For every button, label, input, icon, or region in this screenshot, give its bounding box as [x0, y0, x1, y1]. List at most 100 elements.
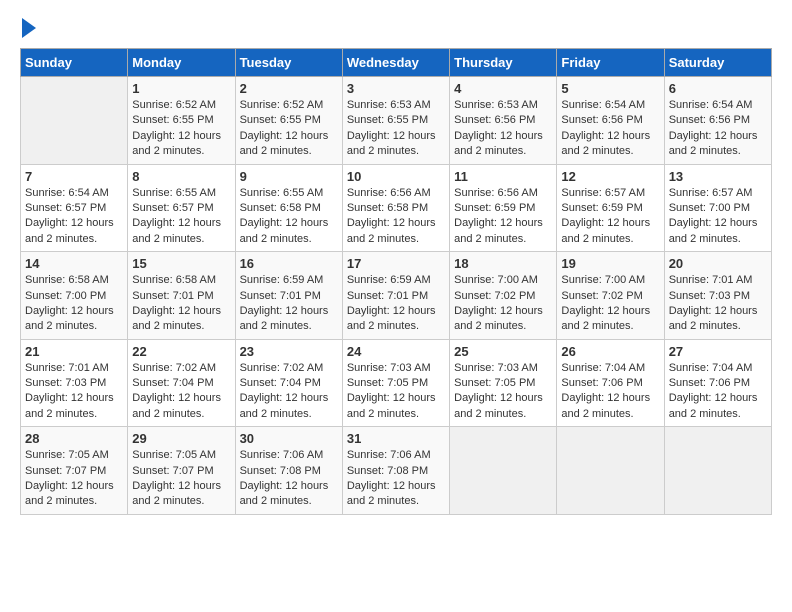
calendar-cell: [664, 427, 771, 515]
sunrise-text: Sunrise: 6:55 AM: [132, 187, 216, 199]
cell-content: Sunrise: 6:55 AMSunset: 6:57 PMDaylight:…: [132, 186, 230, 248]
calendar-cell: 6 Sunrise: 6:54 AMSunset: 6:56 PMDaylight…: [664, 77, 771, 165]
weekday-header-wednesday: Wednesday: [342, 49, 449, 77]
calendar-week-row: 1Sunrise: 6:52 AMSunset: 6:55 PMDaylight…: [21, 77, 772, 165]
sunrise-text: Sunrise: 7:06 AM: [347, 449, 431, 461]
calendar-cell: 25Sunrise: 7:03 AMSunset: 7:05 PMDayligh…: [450, 339, 557, 427]
daylight-text: Daylight: 12 hours and 2 minutes.: [240, 305, 329, 332]
sunrise-text: Sunrise: 6:54 AM: [561, 99, 645, 111]
sunrise-text: Sunrise: 7:02 AM: [240, 362, 324, 374]
day-number: 28: [25, 431, 123, 446]
day-number: 6: [669, 81, 767, 96]
daylight-text: Daylight: 12 hours and 2 minutes.: [454, 130, 543, 157]
sunrise-text: Sunrise: 6:52 AM: [240, 99, 324, 111]
day-number: 10: [347, 169, 445, 184]
weekday-header-monday: Monday: [128, 49, 235, 77]
sunrise-text: Sunrise: 6:56 AM: [347, 187, 431, 199]
daylight-text: Daylight: 12 hours and 2 minutes.: [669, 305, 758, 332]
calendar-cell: [450, 427, 557, 515]
sunset-text: Sunset: 7:07 PM: [25, 465, 106, 477]
sunrise-text: Sunrise: 6:59 AM: [347, 274, 431, 286]
cell-content: Sunrise: 6:54 AMSunset: 6:56 PMDaylight:…: [669, 98, 767, 160]
daylight-text: Daylight: 12 hours and 2 minutes.: [561, 305, 650, 332]
sunrise-text: Sunrise: 7:01 AM: [669, 274, 753, 286]
day-number: 12: [561, 169, 659, 184]
sunset-text: Sunset: 6:55 PM: [347, 114, 428, 126]
sunrise-text: Sunrise: 6:59 AM: [240, 274, 324, 286]
daylight-text: Daylight: 12 hours and 2 minutes.: [454, 217, 543, 244]
cell-content: Sunrise: 7:00 AMSunset: 7:02 PMDaylight:…: [561, 273, 659, 335]
calendar-cell: 3Sunrise: 6:53 AMSunset: 6:55 PMDaylight…: [342, 77, 449, 165]
sunrise-text: Sunrise: 7:04 AM: [561, 362, 645, 374]
calendar-cell: 24 Sunrise: 7:03 AMSunset: 7:05 PMDayligh…: [342, 339, 449, 427]
sunrise-text: Sunrise: 7:02 AM: [132, 362, 216, 374]
daylight-text: Daylight: 12 hours and 2 minutes.: [561, 217, 650, 244]
calendar-cell: 15Sunrise: 6:58 AMSunset: 7:01 PMDayligh…: [128, 252, 235, 340]
cell-content: Sunrise: 6:54 AMSunset: 6:56 PMDaylight:…: [561, 98, 659, 160]
weekday-header-row: SundayMondayTuesdayWednesdayThursdayFrid…: [21, 49, 772, 77]
sunrise-text: Sunrise: 7:06 AM: [240, 449, 324, 461]
cell-content: Sunrise: 6:59 AM Sunset: 7:01 PM Daylight:…: [240, 273, 338, 335]
cell-content: Sunrise: 7:04 AMSunset: 7:06 PMDaylight:…: [561, 361, 659, 423]
sunrise-text: Sunrise: 7:05 AM: [132, 449, 216, 461]
sunrise-text: Sunrise: 7:03 AM: [454, 362, 538, 374]
cell-content: Sunrise: 7:06 AMSunset: 7:08 PMDaylight:…: [347, 448, 445, 510]
day-number: 8: [132, 169, 230, 184]
calendar-cell: 2Sunrise: 6:52 AMSunset: 6:55 PMDaylight…: [235, 77, 342, 165]
daylight-text: Daylight: 12 hours and 2 minutes.: [347, 130, 436, 157]
sunset-text: Sunset: 7:08 PM: [347, 465, 428, 477]
calendar-cell: 19 Sunrise: 7:00 AMSunset: 7:02 PMDayligh…: [557, 252, 664, 340]
cell-content: Sunrise: 7:02 AMSunset: 7:04 PMDaylight:…: [132, 361, 230, 423]
sunrise-text: Sunrise: 6:54 AM: [669, 99, 753, 111]
day-number: 9: [240, 169, 338, 184]
sunset-text: Sunset: 6:59 PM: [454, 202, 535, 214]
daylight-text: Daylight: 12 hours and 2 minutes.: [25, 217, 114, 244]
cell-content: Sunrise: 7:00 AMSunset: 7:02 PMDaylight:…: [454, 273, 552, 335]
calendar-cell: 18Sunrise: 7:00 AMSunset: 7:02 PMDayligh…: [450, 252, 557, 340]
sunrise-text: Sunrise: 6:58 AM: [132, 274, 216, 286]
sunrise-text: Sunrise: 7:00 AM: [561, 274, 645, 286]
calendar-cell: 11Sunrise: 6:56 AMSunset: 6:59 PMDayligh…: [450, 164, 557, 252]
calendar-cell: 17 Sunrise: 6:59 AMSunset: 7:01 PMDayligh…: [342, 252, 449, 340]
sunrise-text: Sunrise: 7:05 AM: [25, 449, 109, 461]
cell-content: Sunrise: 7:03 AMSunset: 7:05 PMDaylight:…: [347, 361, 445, 423]
logo: [20, 20, 36, 38]
daylight-text: Daylight: 12 hours and 2 minutes.: [561, 130, 650, 157]
sunset-text: Sunset: 7:02 PM: [454, 290, 535, 302]
day-number: 17: [347, 256, 445, 271]
daylight-text: Daylight: 12 hours and 2 minutes.: [25, 480, 114, 507]
calendar-cell: 4Sunrise: 6:53 AMSunset: 6:56 PMDaylight…: [450, 77, 557, 165]
calendar-cell: 26 Sunrise: 7:04 AMSunset: 7:06 PMDayligh…: [557, 339, 664, 427]
daylight-text: Daylight: 12 hours and 2 minutes.: [669, 130, 758, 157]
day-number: 26: [561, 344, 659, 359]
sunset-text: Sunset: 6:55 PM: [132, 114, 213, 126]
cell-content: Sunrise: 7:03 AMSunset: 7:05 PMDaylight:…: [454, 361, 552, 423]
sunrise-text: Sunrise: 6:57 AM: [561, 187, 645, 199]
calendar-cell: 8Sunrise: 6:55 AMSunset: 6:57 PMDaylight…: [128, 164, 235, 252]
daylight-text: Daylight: 12 hours and 2 minutes.: [25, 392, 114, 419]
cell-content: Sunrise: 6:59 AMSunset: 7:01 PMDaylight:…: [347, 273, 445, 335]
sunset-text: Sunset: 6:58 PM: [240, 202, 321, 214]
sunset-text: Sunset: 7:04 PM: [132, 377, 213, 389]
sunset-text: Sunset: 7:06 PM: [669, 377, 750, 389]
sunset-text: Sunset: 7:01 PM: [240, 290, 321, 302]
day-number: 19: [561, 256, 659, 271]
daylight-text: Daylight: 12 hours and 2 minutes.: [669, 392, 758, 419]
cell-content: Sunrise: 7:05 AMSunset: 7:07 PMDaylight:…: [132, 448, 230, 510]
daylight-text: Daylight: 12 hours and 2 minutes.: [132, 130, 221, 157]
sunset-text: Sunset: 6:58 PM: [347, 202, 428, 214]
calendar-week-row: 28Sunrise: 7:05 AMSunset: 7:07 PMDayligh…: [21, 427, 772, 515]
sunset-text: Sunset: 7:05 PM: [347, 377, 428, 389]
day-number: 24: [347, 344, 445, 359]
sunset-text: Sunset: 7:03 PM: [669, 290, 750, 302]
calendar-week-row: 14Sunrise: 6:58 AMSunset: 7:00 PMDayligh…: [21, 252, 772, 340]
day-number: 30: [240, 431, 338, 446]
calendar-cell: 21Sunrise: 7:01 AMSunset: 7:03 PMDayligh…: [21, 339, 128, 427]
calendar-cell: 30Sunrise: 7:06 AMSunset: 7:08 PMDayligh…: [235, 427, 342, 515]
calendar-cell: 13Sunrise: 6:57 AMSunset: 7:00 PMDayligh…: [664, 164, 771, 252]
sunset-text: Sunset: 6:57 PM: [132, 202, 213, 214]
cell-content: Sunrise: 6:52 AMSunset: 6:55 PMDaylight:…: [132, 98, 230, 160]
calendar-cell: 12Sunrise: 6:57 AMSunset: 6:59 PMDayligh…: [557, 164, 664, 252]
calendar-cell: 9Sunrise: 6:55 AMSunset: 6:58 PMDaylight…: [235, 164, 342, 252]
sunset-text: Sunset: 7:05 PM: [454, 377, 535, 389]
